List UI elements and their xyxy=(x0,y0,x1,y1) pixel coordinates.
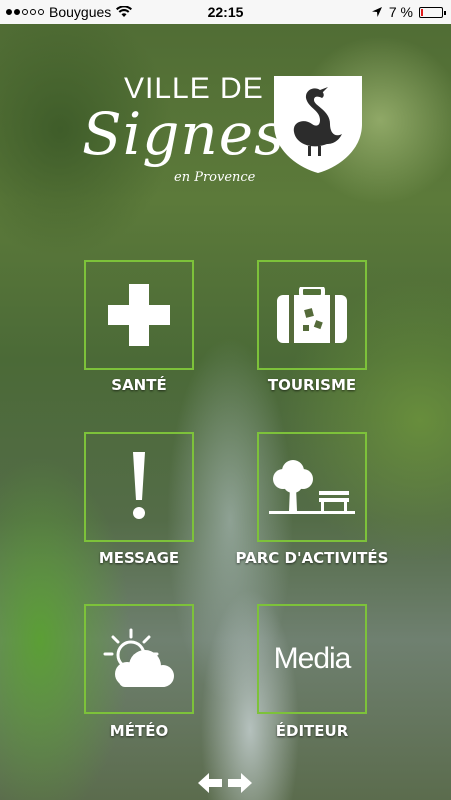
tile-editeur[interactable]: Media xyxy=(257,604,367,714)
tile-sante[interactable] xyxy=(84,260,194,370)
status-bar: Bouygues 22:15 7 % xyxy=(0,0,451,24)
exclamation-icon xyxy=(86,434,192,540)
medical-cross-icon xyxy=(86,262,192,368)
tile-parc-activites[interactable] xyxy=(257,432,367,542)
tree-bench-icon xyxy=(259,434,365,540)
tile-meteo[interactable] xyxy=(84,604,194,714)
app-screen: Bouygues 22:15 7 % VILLE DE Signes en Pr… xyxy=(0,0,451,800)
tile-tourisme[interactable] xyxy=(257,260,367,370)
swan-shield-icon xyxy=(274,76,362,173)
tile-label-sante[interactable]: SANTÉ xyxy=(84,376,194,394)
page-navigation xyxy=(198,773,252,793)
media-logo-icon: Media xyxy=(259,606,365,712)
logo-signes: Signes xyxy=(82,100,285,168)
tile-message[interactable] xyxy=(84,432,194,542)
suitcase-icon xyxy=(259,262,365,368)
status-right: 7 % xyxy=(371,4,446,20)
tile-label-tourisme[interactable]: TOURISME xyxy=(257,376,367,394)
battery-icon xyxy=(419,6,446,18)
tile-label-editeur[interactable]: ÉDITEUR xyxy=(257,722,367,740)
battery-percent: 7 % xyxy=(388,4,413,20)
tile-label-message[interactable]: MESSAGE xyxy=(84,549,194,567)
sun-cloud-icon xyxy=(86,606,192,712)
location-arrow-icon xyxy=(371,7,382,17)
media-logo-text: Media xyxy=(273,642,352,675)
arrow-right-icon[interactable] xyxy=(228,773,252,793)
tile-label-parc-activites[interactable]: PARC D'ACTIVITÉS xyxy=(232,549,392,567)
logo-en-provence: en Provence xyxy=(174,170,256,185)
tile-label-meteo[interactable]: MÉTÉO xyxy=(84,722,194,740)
arrow-left-icon[interactable] xyxy=(198,773,222,793)
